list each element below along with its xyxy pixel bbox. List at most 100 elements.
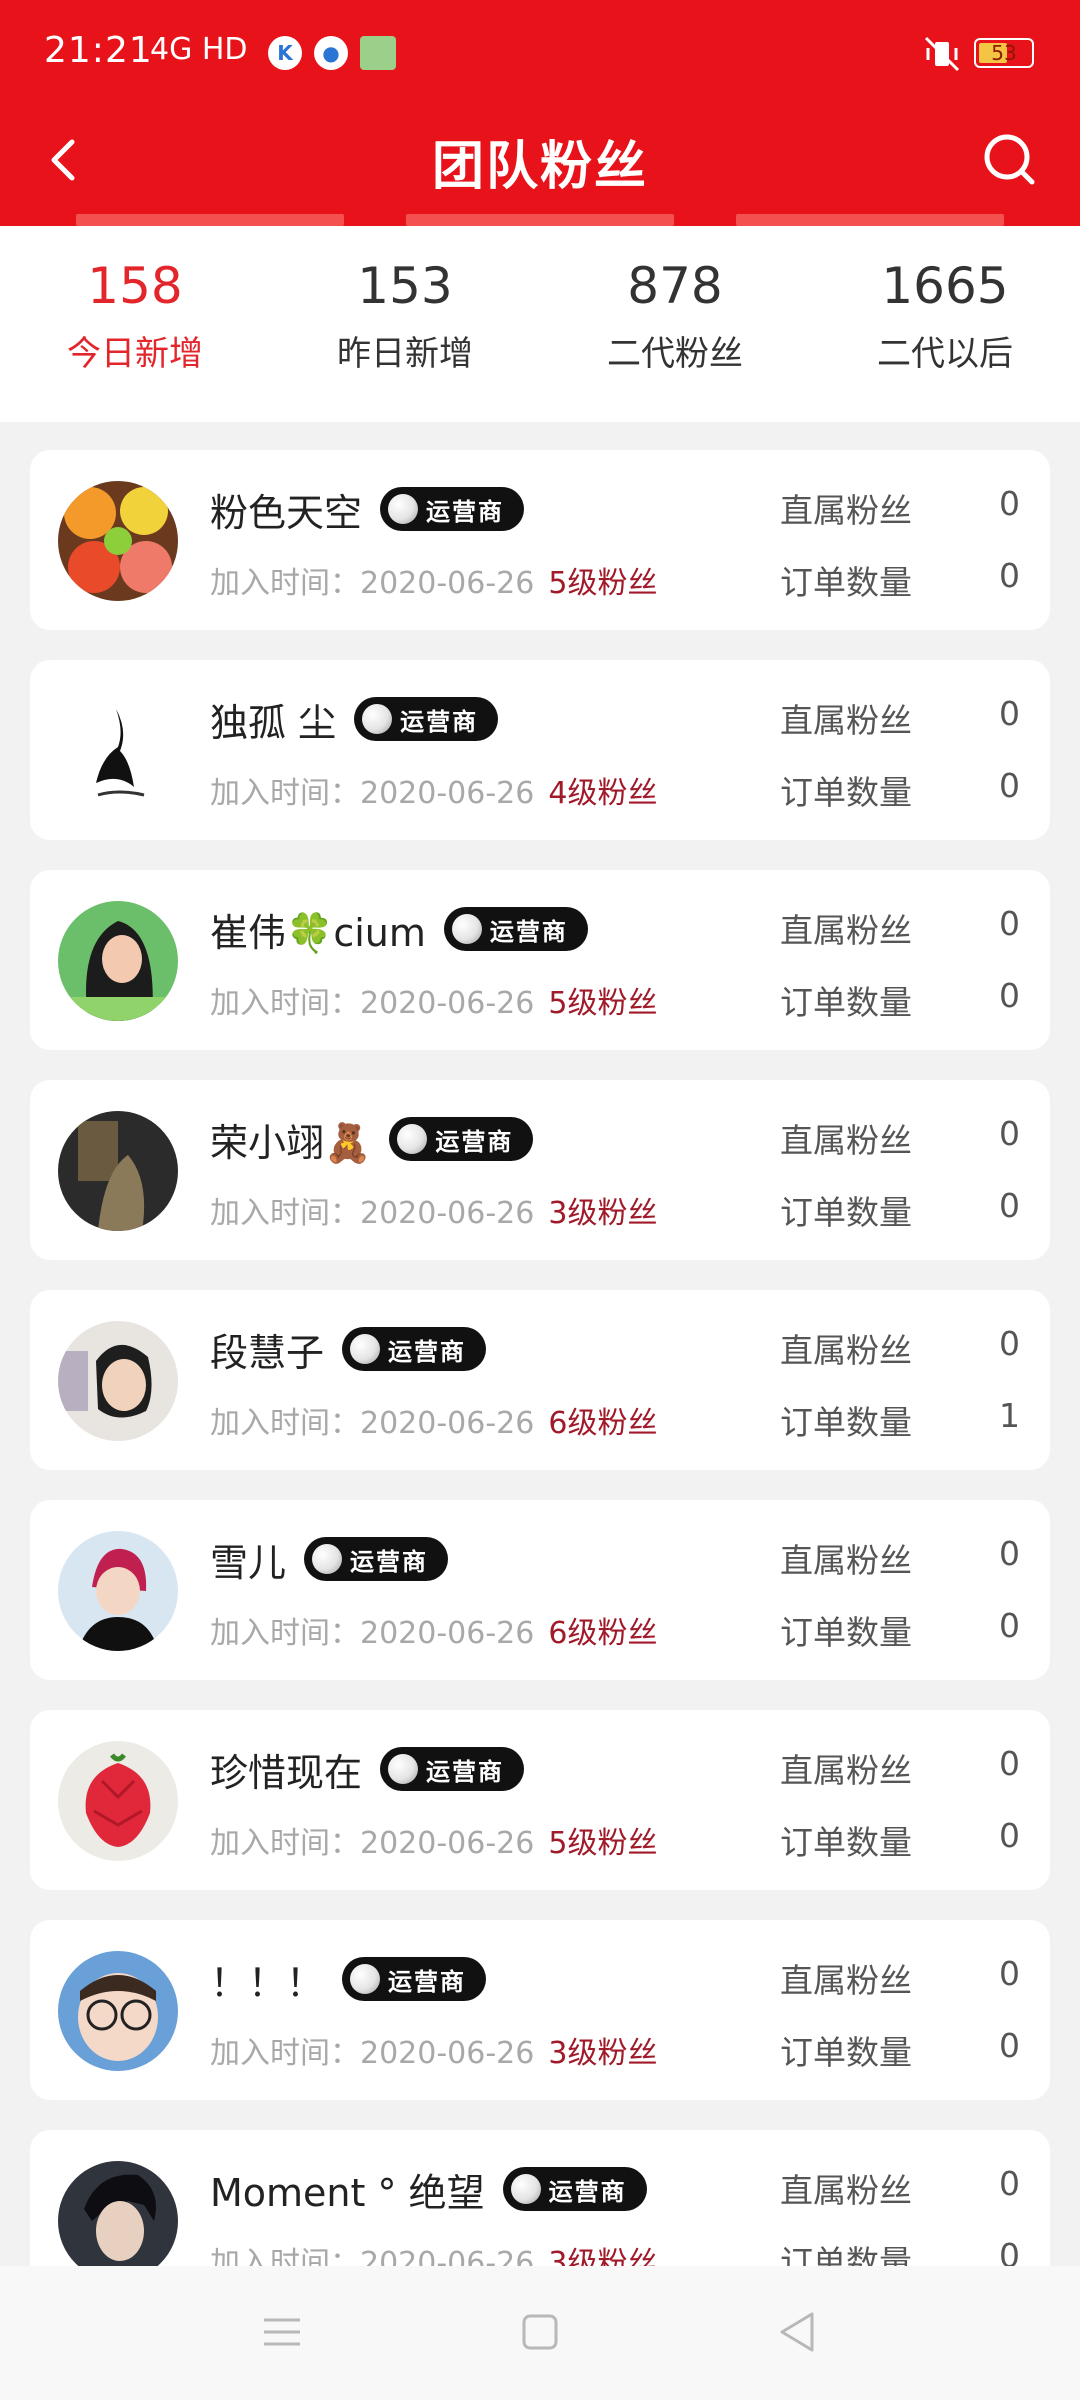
stat-second-gen[interactable]: 878 二代粉丝: [540, 254, 810, 375]
fan-name: 荣小翊🧸: [210, 1120, 372, 1165]
metric-label: 直属粉丝: [780, 1961, 912, 2000]
order-count: 订单数量 0: [780, 2236, 1020, 2266]
join-info: 加入时间：2020-06-26 6级粉丝: [210, 1608, 657, 1652]
navbar: 团队粉丝: [0, 110, 1080, 210]
fan-card[interactable]: 荣小翊🧸 运营商 加入时间：2020-06-26 3级粉丝 直属粉丝 0 订单数量 0: [30, 1080, 1050, 1260]
status-time: 21:21: [44, 30, 153, 71]
pearl-icon: [388, 1754, 419, 1784]
stat-today-new[interactable]: 158 今日新增: [0, 254, 270, 375]
image-app-icon: [360, 36, 396, 70]
metric-value: 0: [999, 2236, 1020, 2266]
direct-fans: 直属粉丝 0: [780, 1744, 1020, 1792]
fan-level: 6级粉丝: [548, 1616, 658, 1651]
fan-list[interactable]: 粉色天空 运营商 加入时间：2020-06-26 5级粉丝 直属粉丝 0 订单数量 0…: [30, 450, 1050, 2266]
home-square-icon[interactable]: [510, 2302, 570, 2362]
badge-label: 运营商: [388, 1337, 467, 1366]
fan-card[interactable]: 雪儿 运营商 加入时间：2020-06-26 6级粉丝 直属粉丝 0 订单数量 0: [30, 1500, 1050, 1680]
pearl-icon: [388, 494, 419, 524]
badge-label: 运营商: [426, 1757, 505, 1786]
stat-label: 二代以后: [877, 334, 1013, 374]
badge-label: 运营商: [426, 497, 505, 526]
metric-label: 订单数量: [780, 2243, 912, 2266]
search-icon[interactable]: [970, 120, 1050, 200]
role-badge: 运营商: [304, 1537, 449, 1581]
fan-level: 3级粉丝: [548, 1196, 658, 1231]
system-navigation-bar: [0, 2266, 1080, 2400]
fan-card[interactable]: 粉色天空 运营商 加入时间：2020-06-26 5级粉丝 直属粉丝 0 订单数量 0: [30, 450, 1050, 630]
role-badge: 运营商: [380, 487, 525, 531]
stat-value: 878: [627, 257, 723, 315]
fan-name: 珍惜现在: [210, 1750, 363, 1795]
pearl-icon: [350, 1334, 381, 1364]
metric-label: 订单数量: [780, 773, 912, 812]
metric-label: 订单数量: [780, 563, 912, 602]
app-header: 21:21 4G HD K ● 53 团队粉丝: [0, 0, 1080, 226]
tab-indicator: [76, 214, 344, 226]
order-count: 订单数量 0: [780, 1606, 1020, 1654]
join-label: 加入时间：: [210, 2036, 360, 2071]
badge-label: 运营商: [489, 917, 568, 946]
fan-card[interactable]: ！！！ 运营商 加入时间：2020-06-26 3级粉丝 直属粉丝 0 订单数量 0: [30, 1920, 1050, 2100]
order-count: 订单数量 0: [780, 766, 1020, 814]
order-count: 订单数量 0: [780, 556, 1020, 604]
join-info: 加入时间：2020-06-26 5级粉丝: [210, 558, 657, 602]
metric-label: 直属粉丝: [780, 701, 912, 740]
fan-card[interactable]: 独孤 尘 运营商 加入时间：2020-06-26 4级粉丝 直属粉丝 0 订单数量 0: [30, 660, 1050, 840]
fan-level: 3级粉丝: [548, 2246, 658, 2266]
badge-label: 运营商: [548, 2177, 627, 2206]
avatar: [58, 901, 178, 1021]
metric-label: 订单数量: [780, 983, 912, 1022]
status-bar: 21:21 4G HD K ● 53: [0, 0, 1080, 110]
join-label: 加入时间：: [210, 1826, 360, 1861]
stat-label: 今日新增: [67, 334, 203, 374]
metric-value: 0: [999, 1744, 1020, 1783]
metric-label: 直属粉丝: [780, 1331, 912, 1370]
fan-level: 5级粉丝: [548, 566, 658, 601]
back-triangle-icon[interactable]: [768, 2302, 828, 2362]
role-badge: 运营商: [342, 1327, 487, 1371]
fan-card[interactable]: 珍惜现在 运营商 加入时间：2020-06-26 5级粉丝 直属粉丝 0 订单数量 0: [30, 1710, 1050, 1890]
role-badge: 运营商: [342, 1957, 487, 2001]
metric-label: 直属粉丝: [780, 491, 912, 530]
role-badge: 运营商: [443, 907, 588, 951]
metric-value: 0: [999, 484, 1020, 523]
fan-card[interactable]: 段慧子 运营商 加入时间：2020-06-26 6级粉丝 直属粉丝 0 订单数量 1: [30, 1290, 1050, 1470]
avatar: [58, 1111, 178, 1231]
stat-yesterday-new[interactable]: 153 昨日新增: [270, 254, 540, 375]
role-badge: 运营商: [380, 1747, 525, 1791]
fan-card[interactable]: Moment ° 绝望 运营商 加入时间：2020-06-26 3级粉丝 直属粉丝…: [30, 2130, 1050, 2266]
tab-indicator-row: [0, 214, 1080, 226]
fan-name: 雪儿: [210, 1540, 287, 1585]
join-label: 加入时间：: [210, 566, 360, 601]
metric-label: 直属粉丝: [780, 1541, 912, 1580]
order-count: 订单数量 0: [780, 1186, 1020, 1234]
avatar: [58, 691, 178, 811]
page-title: 团队粉丝: [431, 137, 648, 197]
pearl-icon: [312, 1544, 343, 1574]
fan-card[interactable]: 崔伟🍀cium 运营商 加入时间：2020-06-26 5级粉丝 直属粉丝 0 订单…: [30, 870, 1050, 1050]
stat-value: 1665: [881, 257, 1009, 315]
join-label: 加入时间：: [210, 776, 360, 811]
battery-level: 53: [991, 41, 1017, 65]
metric-label: 订单数量: [780, 1823, 912, 1862]
stat-after-second-gen[interactable]: 1665 二代以后: [810, 254, 1080, 375]
pearl-icon: [451, 914, 482, 944]
badge-label: 运营商: [350, 1547, 429, 1576]
join-date: 2020-06-26: [360, 1406, 535, 1441]
fan-level: 5级粉丝: [548, 1826, 658, 1861]
menu-icon[interactable]: [252, 2302, 312, 2362]
metric-value: 0: [999, 1606, 1020, 1645]
metric-label: 直属粉丝: [780, 1751, 912, 1790]
pearl-icon: [362, 704, 393, 734]
avatar: [58, 481, 178, 601]
metric-label: 订单数量: [780, 1613, 912, 1652]
metric-value: 0: [999, 2164, 1020, 2203]
join-date: 2020-06-26: [360, 2036, 535, 2071]
join-info: 加入时间：2020-06-26 5级粉丝: [210, 1818, 657, 1862]
role-badge: 运营商: [354, 697, 499, 741]
metric-value: 0: [999, 904, 1020, 943]
metric-value: 0: [999, 556, 1020, 595]
direct-fans: 直属粉丝 0: [780, 694, 1020, 742]
metric-value: 0: [999, 694, 1020, 733]
metric-value: 0: [999, 1534, 1020, 1573]
